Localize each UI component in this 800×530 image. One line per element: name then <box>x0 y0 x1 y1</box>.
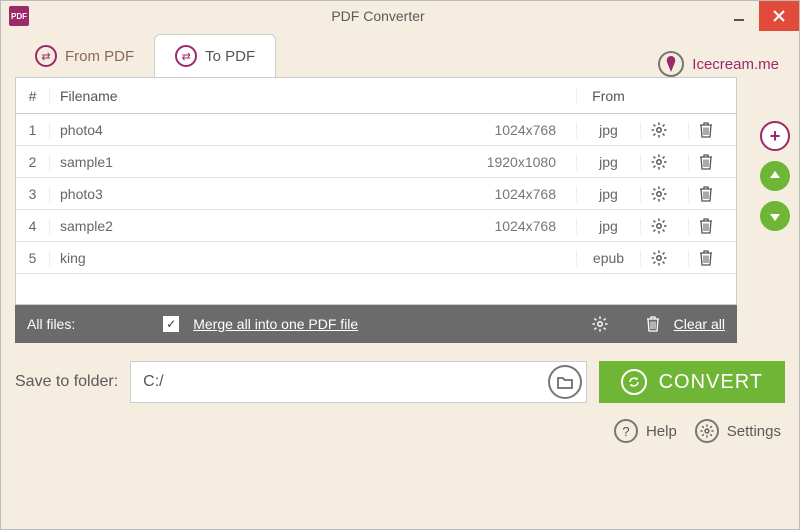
save-path-input[interactable]: C:/ <box>130 361 586 403</box>
tab-from-pdf[interactable]: ⇄ From PDF <box>15 35 154 77</box>
merge-link[interactable]: Merge all into one PDF file <box>193 316 358 332</box>
row-num: 1 <box>16 122 50 138</box>
row-from: jpg <box>576 154 640 170</box>
table-row[interactable]: 5kingepub <box>16 242 736 274</box>
help-label: Help <box>646 423 677 440</box>
save-path-value: C:/ <box>143 373 547 391</box>
tabs-row: ⇄ From PDF ⇄ To PDF Icecream.me <box>1 31 799 77</box>
table-header: # Filename From <box>16 78 736 114</box>
merge-checkbox[interactable]: ✓ <box>163 316 179 332</box>
trash-icon <box>699 122 726 138</box>
gear-icon <box>651 186 678 202</box>
clear-all-link[interactable]: Clear all <box>674 316 725 332</box>
window-title: PDF Converter <box>37 8 719 24</box>
col-from: From <box>576 88 640 104</box>
table-row[interactable]: 2sample11920x1080jpg <box>16 146 736 178</box>
row-delete-button[interactable] <box>688 218 736 234</box>
side-buttons: + <box>751 77 799 343</box>
convert-button[interactable]: CONVERT <box>599 361 785 403</box>
help-button[interactable]: ? Help <box>614 419 677 443</box>
row-settings-button[interactable] <box>640 186 688 202</box>
row-delete-button[interactable] <box>688 250 736 266</box>
trash-icon <box>699 154 726 170</box>
gear-icon <box>651 154 678 170</box>
app-icon: PDF <box>9 6 29 26</box>
from-pdf-icon: ⇄ <box>35 45 57 67</box>
row-num: 5 <box>16 250 50 266</box>
row-from: jpg <box>576 122 640 138</box>
convert-icon <box>621 369 647 395</box>
footer-settings-icon[interactable] <box>592 316 608 332</box>
row-delete-button[interactable] <box>688 186 736 202</box>
tab-label: From PDF <box>65 48 134 65</box>
settings-button[interactable]: Settings <box>695 419 781 443</box>
help-icon: ? <box>614 419 638 443</box>
titlebar: PDF PDF Converter <box>1 1 799 31</box>
col-num: # <box>16 88 50 104</box>
window-controls <box>719 1 799 31</box>
table-row[interactable]: 3photo31024x768jpg <box>16 178 736 210</box>
icecream-icon <box>658 51 684 77</box>
tab-to-pdf[interactable]: ⇄ To PDF <box>154 34 276 77</box>
row-from: epub <box>576 250 640 266</box>
convert-label: CONVERT <box>659 371 763 394</box>
footer-trash-icon[interactable] <box>646 316 660 332</box>
brand-link[interactable]: Icecream.me <box>658 51 785 77</box>
row-num: 4 <box>16 218 50 234</box>
row-settings-button[interactable] <box>640 122 688 138</box>
table-row[interactable]: 1photo41024x768jpg <box>16 114 736 146</box>
brand-label: Icecream.me <box>692 56 779 73</box>
row-filename: photo31024x768 <box>50 186 576 202</box>
col-filename: Filename <box>50 88 576 104</box>
save-label: Save to folder: <box>15 373 118 391</box>
file-table: # Filename From 1photo41024x768jpg2sampl… <box>15 77 737 305</box>
settings-icon <box>695 419 719 443</box>
trash-icon <box>699 218 726 234</box>
browse-folder-button[interactable] <box>548 365 582 399</box>
minimize-button[interactable] <box>719 1 759 31</box>
row-delete-button[interactable] <box>688 154 736 170</box>
table-footer: All files: ✓ Merge all into one PDF file… <box>15 305 737 343</box>
save-row: Save to folder: C:/ CONVERT <box>1 343 799 413</box>
gear-icon <box>651 218 678 234</box>
table-row[interactable]: 4sample21024x768jpg <box>16 210 736 242</box>
bottom-row: ? Help Settings <box>1 413 799 455</box>
row-settings-button[interactable] <box>640 218 688 234</box>
row-filename: sample11920x1080 <box>50 154 576 170</box>
close-button[interactable] <box>759 1 799 31</box>
to-pdf-icon: ⇄ <box>175 45 197 67</box>
row-filename: photo41024x768 <box>50 122 576 138</box>
row-from: jpg <box>576 218 640 234</box>
add-file-button[interactable]: + <box>760 121 790 151</box>
gear-icon <box>651 250 678 266</box>
tab-label: To PDF <box>205 48 255 65</box>
all-files-label: All files: <box>27 316 75 332</box>
row-filename: sample21024x768 <box>50 218 576 234</box>
app-window: PDF PDF Converter ⇄ From PDF ⇄ To PDF Ic… <box>0 0 800 530</box>
move-up-button[interactable] <box>760 161 790 191</box>
row-settings-button[interactable] <box>640 250 688 266</box>
trash-icon <box>699 186 726 202</box>
row-filename: king <box>50 250 576 266</box>
row-settings-button[interactable] <box>640 154 688 170</box>
settings-label: Settings <box>727 423 781 440</box>
move-down-button[interactable] <box>760 201 790 231</box>
row-num: 2 <box>16 154 50 170</box>
gear-icon <box>651 122 678 138</box>
row-num: 3 <box>16 186 50 202</box>
table-body: 1photo41024x768jpg2sample11920x1080jpg3p… <box>16 114 736 274</box>
trash-icon <box>699 250 726 266</box>
row-from: jpg <box>576 186 640 202</box>
row-delete-button[interactable] <box>688 122 736 138</box>
